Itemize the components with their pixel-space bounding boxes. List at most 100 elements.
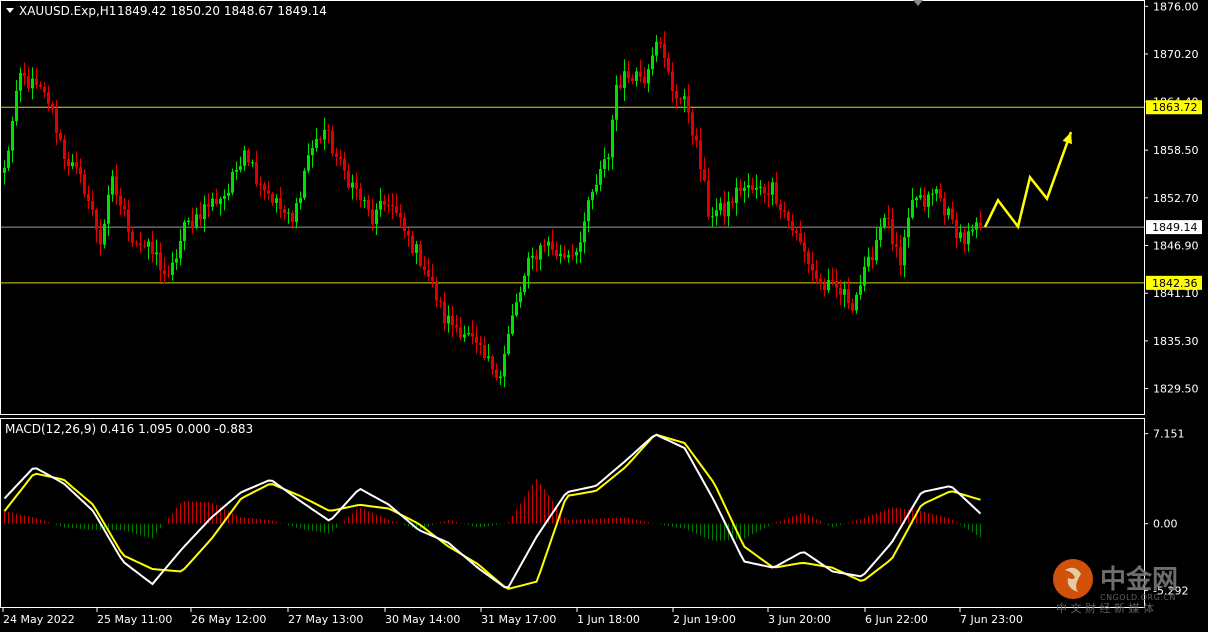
candle-bear: [191, 220, 194, 228]
candle-bull: [875, 240, 878, 261]
candle-bull: [315, 138, 318, 148]
candle-bull: [595, 184, 598, 192]
candle-bear: [75, 162, 78, 168]
macd-label: MACD(12,26,9) 0.416 1.095 0.000 -0.883: [5, 422, 253, 436]
candle-bear: [123, 205, 126, 210]
candle-bear: [91, 201, 94, 210]
candle-bear: [815, 270, 818, 279]
candle-bear: [43, 86, 46, 93]
candle-bear: [643, 76, 646, 84]
candle-bear: [403, 217, 406, 232]
chart-background: [0, 0, 1208, 628]
candle-bear: [255, 162, 258, 184]
candle-bull: [239, 165, 242, 170]
candle-bull: [175, 258, 178, 263]
symbol-label: XAUUSD.Exp,H1: [19, 4, 116, 18]
candle-bull: [539, 245, 542, 260]
candle-bull: [3, 167, 6, 173]
candle-bear: [619, 84, 622, 88]
candle-bear: [115, 176, 118, 196]
candle-bear: [795, 230, 798, 233]
candle-bull: [187, 220, 190, 222]
candle-bull: [931, 193, 934, 195]
candle-bear: [791, 220, 794, 231]
candle-bear: [767, 193, 770, 195]
candle-bull: [919, 195, 922, 198]
chart-canvas[interactable]: 1876.001870.201864.401858.501852.701846.…: [0, 0, 1208, 628]
candle-bull: [607, 157, 610, 160]
candle-bear: [679, 98, 682, 100]
time-tick-label: 30 May 14:00: [385, 613, 460, 626]
candle-bear: [819, 278, 822, 285]
candle-bull: [583, 221, 586, 243]
candle-bear: [95, 209, 98, 230]
time-tick-label: 24 May 2022: [3, 613, 75, 626]
candle-bull: [299, 197, 302, 204]
watermark-subtitle: 中 文 财 经 新 媒 体: [1056, 601, 1154, 615]
candle-bear: [59, 133, 62, 140]
candle-bear: [319, 138, 322, 140]
price-axis: 1876.001870.201864.401858.501852.701846.…: [1144, 0, 1199, 396]
macd-tick-label: 0.00: [1153, 518, 1178, 531]
candle-bull: [915, 197, 918, 201]
candle-bear: [551, 241, 554, 250]
candle-bear: [787, 211, 790, 221]
candle-bull: [531, 255, 534, 258]
candle-bear: [443, 301, 446, 324]
candle-bear: [687, 96, 690, 113]
candle-bull: [235, 169, 238, 172]
candle-bear: [39, 84, 42, 87]
candle-bear: [835, 281, 838, 288]
trading-chart[interactable]: 1876.001870.201864.401858.501852.701846.…: [0, 0, 1208, 628]
candle-bear: [811, 263, 814, 271]
candle-bear: [871, 256, 874, 261]
time-tick-label: 1 Jun 18:00: [577, 613, 640, 626]
candle-bear: [35, 78, 38, 85]
candle-bull: [147, 241, 150, 247]
candle-bear: [555, 249, 558, 257]
candle-bear: [151, 241, 154, 255]
level-badge-label: 1842.36: [1152, 277, 1198, 290]
candle-bear: [119, 195, 122, 206]
candle-bear: [671, 71, 674, 92]
candle-bull: [655, 41, 658, 56]
candle-bull: [911, 200, 914, 218]
time-tick-label: 31 May 17:00: [481, 613, 556, 626]
candle-bear: [571, 255, 574, 257]
time-tick-label: 26 May 12:00: [191, 613, 266, 626]
candle-bear: [159, 252, 162, 271]
candle-bear: [839, 287, 842, 295]
candle-bear: [471, 332, 474, 337]
candle-bear: [979, 222, 982, 228]
price-tick-label: 1852.70: [1153, 192, 1199, 205]
candle-bull: [855, 294, 858, 311]
candle-bear: [563, 253, 566, 258]
candle-bull: [771, 182, 774, 195]
candle-bull: [711, 216, 714, 218]
candle-bear: [99, 229, 102, 245]
candle-bull: [107, 194, 110, 224]
candle-bear: [51, 103, 54, 109]
candle-bear: [67, 159, 70, 167]
candle-bear: [267, 190, 270, 194]
candle-bear: [383, 200, 386, 205]
candle-bull: [827, 280, 830, 291]
candle-bear: [423, 266, 426, 270]
candle-bull: [523, 275, 526, 293]
candle-bear: [887, 217, 890, 219]
level-badge-label: 1849.14: [1152, 221, 1198, 234]
candle-bull: [883, 217, 886, 228]
candle-bull: [219, 198, 222, 204]
candle-bear: [439, 300, 442, 302]
price-tick-label: 1829.50: [1153, 383, 1199, 396]
candle-bull: [635, 71, 638, 81]
candle-bear: [271, 193, 274, 203]
candle-bear: [279, 198, 282, 210]
watermark-url: CNGOLD.ORG.CN: [1100, 593, 1176, 602]
candle-bull: [179, 240, 182, 259]
candle-bull: [519, 292, 522, 303]
candle-bull: [959, 232, 962, 239]
candle-bear: [335, 153, 338, 157]
candle-bear: [535, 255, 538, 260]
candle-bull: [615, 84, 618, 120]
